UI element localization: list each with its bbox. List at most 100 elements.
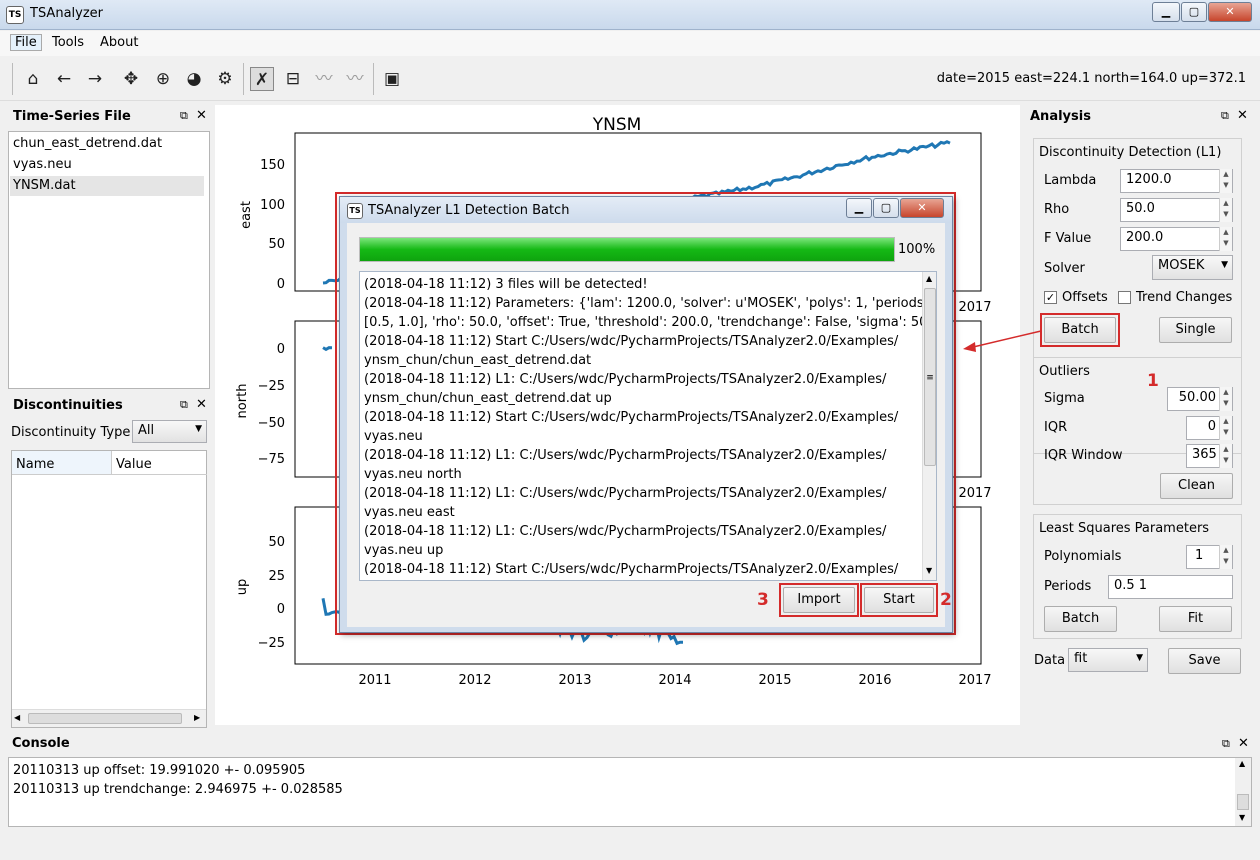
solver-select[interactable]: MOSEK ▼ [1152, 255, 1233, 280]
highlight-box-3 [779, 583, 859, 617]
chevron-down-icon: ▼ [195, 424, 202, 434]
pan-icon[interactable]: ✥ [119, 67, 143, 91]
zoom-icon[interactable]: ⊕ [151, 67, 175, 91]
span-select-icon[interactable]: ⊟ [281, 67, 305, 91]
discontinuities-dock: Discontinuities ⧉ ✕ Discontinuity Type A… [8, 394, 210, 728]
pick-discontinuity-icon[interactable]: ✗ [250, 67, 274, 91]
tick-label: −75 [258, 452, 285, 467]
console-output[interactable]: 20110313 up offset: 19.991020 +- 0.09590… [8, 757, 1252, 827]
scroll-thumb[interactable] [28, 713, 182, 724]
gear-icon[interactable]: ⚙ [213, 67, 237, 91]
tick-label: 2017 [958, 486, 991, 501]
toolbar-separator [373, 63, 374, 95]
close-icon[interactable]: ✕ [196, 108, 207, 123]
horizontal-scrollbar[interactable]: ◀ ▶ [12, 709, 206, 727]
discontinuity-table: Name Value ◀ ▶ [11, 450, 207, 728]
column-header-name[interactable]: Name [12, 451, 112, 475]
fit-button[interactable]: Fit [1159, 606, 1232, 632]
fit-line-icon[interactable]: 〰 [312, 67, 336, 91]
lsq-batch-button[interactable]: Batch [1044, 606, 1117, 632]
log-line: (2018-04-18 11:12) L1: C:/Users/wdc/Pych… [364, 524, 887, 539]
rho-label: Rho [1044, 202, 1070, 217]
iqr-window-spinner[interactable]: ▲ ▼ [1219, 444, 1232, 468]
discontinuity-type-select[interactable]: All ▼ [132, 420, 207, 443]
vertical-scrollbar[interactable]: ▲ ≡ ▼ [922, 272, 936, 580]
progress-bar [359, 237, 895, 262]
offsets-checkbox[interactable]: ✓ [1044, 291, 1057, 304]
arrow-down-icon[interactable]: ▼ [1239, 813, 1245, 822]
clean-button[interactable]: Clean [1160, 473, 1233, 499]
back-icon[interactable]: ← [52, 67, 76, 91]
scroll-thumb[interactable] [1237, 794, 1249, 810]
save-button[interactable]: Save [1168, 648, 1241, 674]
close-icon[interactable]: ✕ [1238, 736, 1249, 751]
least-squares-group: Least Squares Parameters Polynomials 1 ▲… [1033, 514, 1242, 639]
group-title: Least Squares Parameters [1039, 521, 1210, 536]
minimize-icon[interactable]: ▁ [1152, 2, 1180, 22]
rho-input[interactable]: 50.0 [1120, 198, 1233, 222]
trend-changes-checkbox[interactable] [1118, 291, 1131, 304]
group-title: Discontinuity Detection (L1) [1039, 145, 1222, 160]
tick-label: 50 [268, 237, 285, 252]
list-item[interactable]: vyas.neu [13, 155, 205, 175]
tick-label: 2015 [758, 673, 791, 688]
close-icon[interactable]: ✕ [900, 198, 944, 218]
forward-icon[interactable]: → [83, 67, 107, 91]
rho-spinner[interactable]: ▲ ▼ [1219, 198, 1232, 222]
data-select[interactable]: fit ▼ [1068, 648, 1148, 672]
float-icon[interactable]: ⧉ [1221, 109, 1229, 123]
solver-label: Solver [1044, 261, 1085, 276]
selected-value: fit [1074, 651, 1088, 666]
maximize-icon[interactable]: ▢ [873, 198, 899, 218]
tick-label: 25 [268, 569, 285, 584]
log-line: [0.5, 1.0], 'rho': 50.0, 'offset': True,… [364, 315, 937, 330]
tick-label: 50 [268, 535, 285, 550]
scroll-thumb[interactable]: ≡ [924, 288, 936, 466]
tick-label: −25 [258, 379, 285, 394]
save-image-icon[interactable]: ▣ [380, 67, 404, 91]
minimize-icon[interactable]: ▁ [846, 198, 872, 218]
tick-label: 100 [260, 198, 285, 213]
arrow-up-icon[interactable]: ▲ [1239, 759, 1245, 768]
arrow-right-icon[interactable]: ▶ [194, 713, 200, 722]
f-value-spinner[interactable]: ▲ ▼ [1219, 227, 1232, 251]
menu-about[interactable]: About [100, 35, 138, 50]
list-item-selected[interactable]: YNSM.dat [10, 176, 204, 196]
arrow-left-icon[interactable]: ◀ [14, 713, 20, 722]
maximize-icon[interactable]: ▢ [1181, 2, 1207, 22]
l1-single-button[interactable]: Single [1159, 317, 1232, 343]
arrow-down-icon[interactable]: ▼ [926, 566, 932, 575]
trend-line-icon[interactable]: 〰 [343, 67, 367, 91]
log-textbox[interactable]: (2018-04-18 11:12) 3 files will be detec… [359, 271, 937, 581]
menu-file[interactable]: File [10, 34, 42, 51]
tick-label: 150 [260, 158, 285, 173]
float-icon[interactable]: ⧉ [1222, 737, 1230, 751]
offsets-label: Offsets [1062, 290, 1108, 305]
figure-options-icon[interactable]: ◕ [182, 67, 206, 91]
arrow-up-icon[interactable]: ▲ [926, 274, 932, 283]
chevron-down-icon: ▼ [1221, 260, 1228, 270]
log-lines: (2018-04-18 11:12) 3 files will be detec… [360, 275, 937, 579]
close-icon[interactable]: ✕ [1237, 108, 1248, 123]
lambda-input[interactable]: 1200.0 [1120, 169, 1233, 193]
north-series [322, 346, 333, 352]
north-axis-label: north [235, 384, 250, 419]
polynomials-spinner[interactable]: ▲ ▼ [1219, 545, 1232, 569]
lambda-spinner[interactable]: ▲ ▼ [1219, 169, 1232, 193]
close-icon[interactable]: ✕ [1208, 2, 1252, 22]
tick-label: 0 [277, 602, 285, 617]
menu-tools[interactable]: Tools [52, 35, 84, 50]
float-icon[interactable]: ⧉ [180, 398, 188, 412]
float-icon[interactable]: ⧉ [180, 109, 188, 123]
vertical-scrollbar[interactable]: ▲ ▼ [1235, 758, 1251, 826]
tick-label: −50 [258, 416, 285, 431]
close-icon[interactable]: ✕ [196, 397, 207, 412]
column-header-value[interactable]: Value [112, 451, 207, 475]
periods-input[interactable]: 0.5 1 [1108, 575, 1233, 599]
log-line: ynsm_chun/chun_east_detrend.dat up [364, 391, 612, 406]
log-line: (2018-04-18 11:12) L1: C:/Users/wdc/Pych… [364, 372, 887, 387]
list-item[interactable]: chun_east_detrend.dat [13, 134, 205, 154]
log-line: vyas.neu up [364, 543, 444, 558]
f-value-input[interactable]: 200.0 [1120, 227, 1233, 251]
home-icon[interactable]: ⌂ [21, 67, 45, 91]
